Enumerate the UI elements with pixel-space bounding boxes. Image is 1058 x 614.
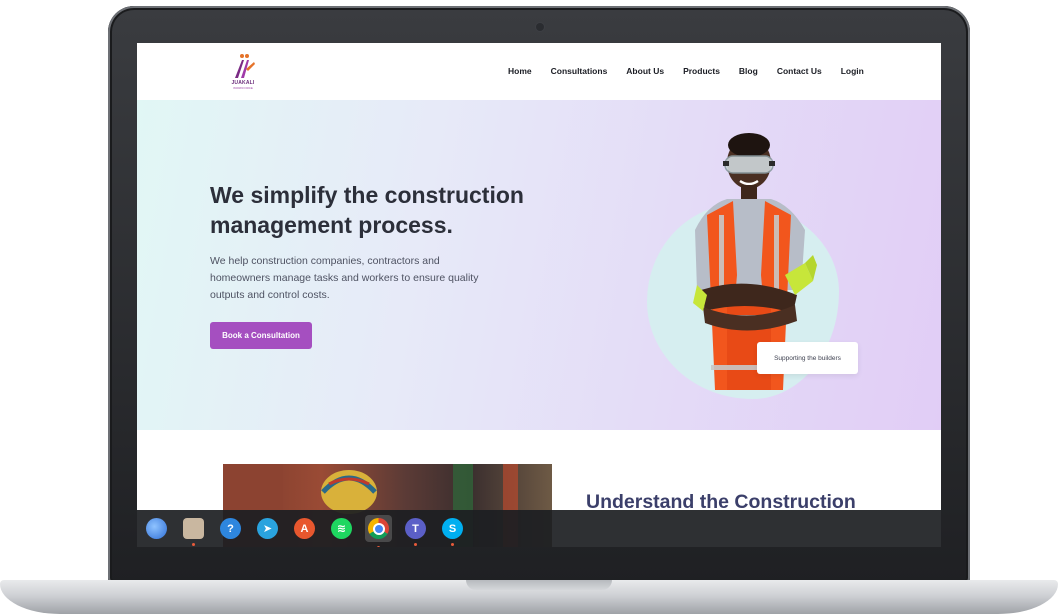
nav-home[interactable]: Home [508, 66, 532, 76]
book-consultation-button[interactable]: Book a Consultation [210, 322, 312, 349]
hero-subtitle: We help construction companies, contract… [210, 255, 479, 301]
running-indicator [377, 546, 380, 547]
nav-consultations[interactable]: Consultations [551, 66, 608, 76]
nav-links: Home Consultations About Us Products Blo… [508, 66, 883, 76]
nav-login[interactable]: Login [841, 66, 864, 76]
running-indicator [192, 543, 195, 546]
nav-contact-us[interactable]: Contact Us [777, 66, 822, 76]
hero-section: We simplify the construction management … [137, 100, 941, 430]
site-nav: JUAKALI WORKFORCE Home Consultations Abo… [137, 43, 941, 100]
app-center-icon-glyph: A [294, 518, 315, 539]
app-center-icon[interactable]: A [294, 518, 315, 539]
teams-icon[interactable]: T [405, 518, 426, 546]
telegram-icon[interactable]: ➤ [257, 518, 278, 539]
help-icon-glyph: ? [220, 518, 241, 539]
laptop-notch [466, 580, 612, 590]
spotify-icon-glyph: ≋ [331, 518, 352, 539]
dock: ? ➤ A ≋ T S [137, 510, 941, 547]
teams-icon-glyph: T [405, 518, 426, 539]
hero-title: We simplify the construction management … [210, 182, 524, 238]
files-icon-glyph [183, 518, 204, 539]
chrome-icon[interactable] [365, 515, 392, 547]
thunderbird-icon[interactable] [146, 518, 167, 539]
logo-mark-icon [235, 54, 255, 78]
skype-icon[interactable]: S [442, 518, 463, 546]
telegram-icon-glyph: ➤ [257, 518, 278, 539]
nav-blog[interactable]: Blog [739, 66, 758, 76]
thunderbird-icon-glyph [146, 518, 167, 539]
camera-icon [536, 23, 544, 31]
nav-products[interactable]: Products [683, 66, 720, 76]
logo-subtext: WORKFORCE [233, 86, 253, 90]
running-indicator [451, 543, 454, 546]
supporting-builders-tag: Supporting the builders [757, 342, 858, 374]
logo[interactable]: JUAKALI WORKFORCE [223, 52, 263, 92]
chrome-icon-glyph [368, 518, 389, 539]
spotify-icon[interactable]: ≋ [331, 518, 352, 539]
nav-about-us[interactable]: About Us [626, 66, 664, 76]
skype-icon-glyph: S [442, 518, 463, 539]
files-icon[interactable] [183, 518, 204, 546]
help-icon[interactable]: ? [220, 518, 241, 539]
running-indicator [414, 543, 417, 546]
screen: JUAKALI WORKFORCE Home Consultations Abo… [137, 43, 941, 547]
